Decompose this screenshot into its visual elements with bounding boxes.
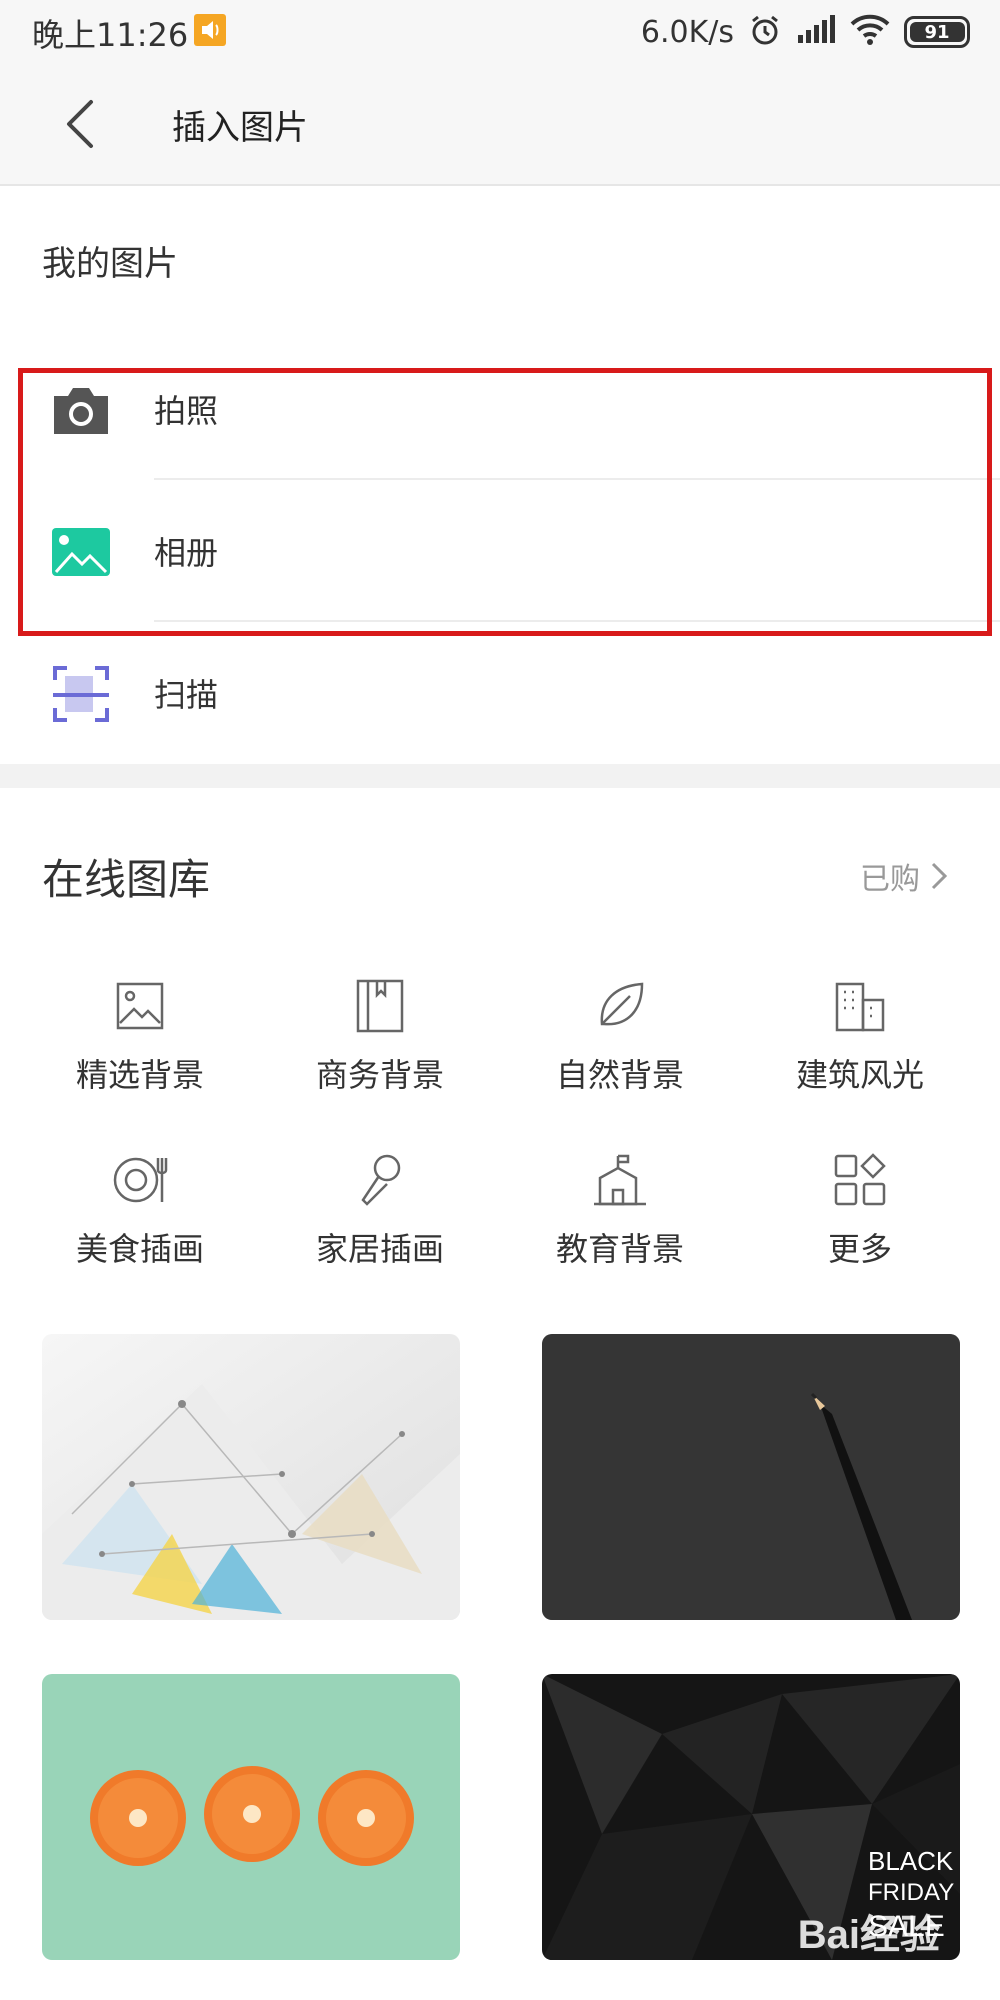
building-icon xyxy=(830,976,890,1036)
plate-icon xyxy=(110,1150,170,1210)
chevron-left-icon xyxy=(67,100,93,148)
category-label: 精选背景 xyxy=(75,1056,204,1094)
scan-label: 扫描 xyxy=(154,676,219,714)
category-label: 建筑风光 xyxy=(795,1056,924,1094)
header-bar: 插入图片 xyxy=(0,64,1000,186)
signal-icon xyxy=(796,15,836,49)
section-title-my-images: 我的图片 xyxy=(42,244,178,284)
category-label: 家居插画 xyxy=(315,1230,444,1268)
scan-icon xyxy=(48,664,114,724)
category-label: 自然背景 xyxy=(555,1056,684,1094)
camera-label: 拍照 xyxy=(154,392,219,430)
purchased-link[interactable]: 已购 xyxy=(860,854,948,898)
category-label: 美食插画 xyxy=(75,1230,204,1268)
thumbnail-oranges[interactable] xyxy=(42,1674,460,1960)
leaf-icon xyxy=(590,976,650,1036)
thumbnail-geometric-light[interactable] xyxy=(42,1334,460,1620)
purchased-label: 已购 xyxy=(860,862,920,897)
volume-icon xyxy=(194,14,226,46)
category-business[interactable]: 商务背景 xyxy=(260,976,500,1108)
category-home[interactable]: 家居插画 xyxy=(260,1150,500,1282)
thumbnail-black-friday[interactable]: BLACK FRIDAY SALE Bai经验 xyxy=(542,1674,960,1960)
microphone-icon xyxy=(350,1150,410,1210)
watermark: Bai经验 xyxy=(797,1913,940,1957)
section-title-online-gallery: 在线图库 xyxy=(42,855,211,904)
status-time: 晚上11:26 xyxy=(32,16,189,54)
gallery-icon xyxy=(48,522,114,582)
more-apps-icon xyxy=(830,1150,890,1210)
list-item-album[interactable]: 相册 xyxy=(0,480,1000,622)
list-item-scan[interactable]: 扫描 xyxy=(0,622,1000,764)
category-grid: 精选背景 商务背景 自然背景 建筑风光 美食插画 家居插画 教育背景 更多 xyxy=(20,976,980,1282)
status-icons: 6.0K/s 91 xyxy=(641,8,970,56)
svg-text:BLACK: BLACK xyxy=(868,1846,954,1876)
category-architecture[interactable]: 建筑风光 xyxy=(740,976,980,1108)
category-food[interactable]: 美食插画 xyxy=(20,1150,260,1282)
school-icon xyxy=(590,1150,650,1210)
back-button[interactable] xyxy=(50,94,110,154)
battery-level: 91 xyxy=(924,21,950,43)
category-more[interactable]: 更多 xyxy=(740,1150,980,1282)
section-divider xyxy=(0,764,1000,788)
category-education[interactable]: 教育背景 xyxy=(500,1150,740,1282)
battery-icon: 91 xyxy=(904,16,970,48)
wifi-icon xyxy=(850,14,890,50)
camera-icon xyxy=(48,380,114,440)
thumbnail-pencil-dark[interactable] xyxy=(542,1334,960,1620)
book-icon xyxy=(350,976,410,1036)
category-featured[interactable]: 精选背景 xyxy=(20,976,260,1108)
network-speed: 6.0K/s xyxy=(640,14,734,50)
page-title: 插入图片 xyxy=(172,108,308,148)
category-label: 商务背景 xyxy=(315,1056,444,1094)
chevron-right-icon xyxy=(931,862,948,890)
category-label: 更多 xyxy=(827,1230,892,1268)
alarm-icon xyxy=(748,13,782,51)
status-bar: 晚上11:26 6.0K/s 91 xyxy=(0,0,1000,64)
image-icon xyxy=(110,976,170,1036)
list-item-camera[interactable]: 拍照 xyxy=(0,338,1000,480)
category-nature[interactable]: 自然背景 xyxy=(500,976,740,1108)
album-label: 相册 xyxy=(154,534,219,572)
category-label: 教育背景 xyxy=(555,1230,684,1268)
